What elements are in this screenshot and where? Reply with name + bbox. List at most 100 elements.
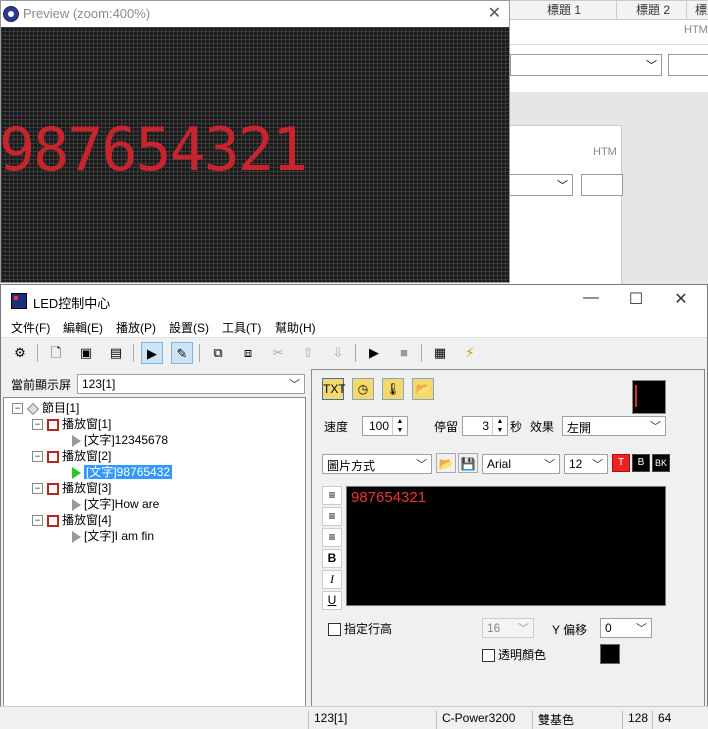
text-color-button[interactable]: T	[612, 454, 630, 472]
send-icon[interactable]: ⚡	[459, 342, 481, 364]
preview-close-button[interactable]: ✕	[488, 1, 501, 27]
edit-toggle-icon[interactable]: ✎	[171, 342, 193, 364]
y-offset-value: 0	[605, 621, 612, 635]
text-mode-icon[interactable]: TXT	[322, 378, 346, 400]
screen-select[interactable]: 123[1] ﹀	[77, 374, 305, 394]
window-icon	[47, 514, 59, 527]
minimize-button[interactable]: —	[571, 289, 611, 307]
bg-select[interactable]: ﹀	[510, 54, 662, 76]
status-divider	[532, 711, 533, 729]
preview-titlebar[interactable]: Preview (zoom:400%) ✕	[1, 1, 509, 27]
align-left-icon[interactable]: ≡	[322, 486, 342, 505]
speed-label: 速度	[324, 420, 349, 434]
delete-icon[interactable]: ✂	[267, 342, 289, 364]
collapse-icon[interactable]: −	[12, 403, 23, 415]
menu-play[interactable]: 播放(P)	[116, 319, 156, 336]
bold-button[interactable]: B	[322, 549, 342, 568]
y-offset-select[interactable]: 0 ﹀	[600, 618, 652, 638]
tree-node-text-3[interactable]: [文字]How are	[70, 496, 159, 512]
tree-node-text-2[interactable]: [文字]98765432	[70, 464, 173, 480]
bg-input[interactable]	[668, 54, 708, 76]
status-color: 雙基色	[538, 713, 575, 727]
speed-spinner[interactable]: 100 ▲ ▼	[362, 416, 408, 436]
background-color-button[interactable]: BK	[652, 454, 670, 472]
spinner-arrows-icon[interactable]: ▲ ▼	[392, 417, 407, 435]
collapse-icon[interactable]: −	[32, 419, 43, 431]
bg-tab-1[interactable]: 標題 1	[508, 0, 620, 20]
font-select[interactable]: Arial ﹀	[482, 454, 560, 474]
status-divider	[308, 711, 309, 729]
stop-icon[interactable]: ■	[393, 342, 415, 364]
add-window-icon[interactable]: ⧉	[207, 342, 229, 364]
collapse-icon[interactable]: −	[32, 483, 43, 495]
collapse-icon[interactable]: −	[32, 515, 43, 527]
spinner-arrows-icon[interactable]: ▲ ▼	[492, 417, 507, 435]
tree-node-window-2[interactable]: − 播放窗[2]	[32, 448, 111, 464]
gear-icon[interactable]: ⚙	[9, 342, 31, 364]
preview-thumbnail	[632, 380, 666, 414]
tree-node-text-1[interactable]: [文字]12345678	[70, 432, 168, 448]
underline-button[interactable]: U	[322, 591, 342, 610]
toolbar-separator	[199, 344, 200, 362]
status-divider	[652, 711, 653, 729]
tree-node-text-4[interactable]: [文字]I am fin	[70, 528, 154, 544]
maximize-button[interactable]: ☐	[616, 289, 656, 309]
window-icon	[47, 418, 59, 431]
align-right-icon[interactable]: ≡	[322, 528, 342, 547]
bg-tab-2[interactable]: 標題 2	[616, 0, 690, 20]
transparent-color-checkbox[interactable]: 透明顏色	[482, 646, 546, 663]
add-item-icon[interactable]: ⧈	[237, 342, 259, 364]
tree-node-window-4[interactable]: − 播放窗[4]	[32, 512, 111, 528]
bold-color-button[interactable]: B	[632, 454, 650, 472]
effect-value: 左開	[567, 421, 592, 435]
line-height-checkbox[interactable]: 指定行高	[328, 620, 392, 637]
transparent-color-swatch[interactable]	[600, 644, 620, 664]
toolbar-separator	[37, 344, 38, 362]
align-center-icon[interactable]: ≡	[322, 507, 342, 526]
window-titlebar[interactable]: LED控制中心 — ☐ ✕	[1, 285, 707, 315]
play-icon[interactable]: ▶	[363, 342, 385, 364]
text-item-icon	[72, 530, 81, 543]
effect-select[interactable]: 左開 ﹀	[562, 416, 666, 436]
tree-node-program[interactable]: − 節目[1]	[12, 400, 79, 416]
menu-tools[interactable]: 工具(T)	[222, 319, 261, 336]
bg-tab-3[interactable]: 標題	[686, 0, 708, 20]
tree-label: 播放窗[2]	[62, 449, 112, 463]
folder-icon[interactable]: 📂	[412, 378, 434, 400]
menu-help[interactable]: 幫助(H)	[275, 319, 316, 336]
save-icon[interactable]: ▤	[105, 342, 127, 364]
mode-select[interactable]: 圖片方式 ﹀	[322, 454, 432, 474]
preview-toggle-icon[interactable]: ▶	[141, 342, 163, 364]
display-icon[interactable]: ▦	[429, 342, 451, 364]
bg-inner-html-label: HTM	[593, 146, 617, 158]
text-editor[interactable]: 987654321	[346, 486, 666, 606]
size-select[interactable]: 12 ﹀	[564, 454, 608, 474]
bg-inner-input[interactable]	[581, 174, 623, 196]
tree-node-window-1[interactable]: − 播放窗[1]	[32, 416, 111, 432]
tree-label: 節目[1]	[42, 401, 80, 415]
thermometer-icon[interactable]: 🌡	[382, 378, 404, 400]
line-height-select[interactable]: 16 ﹀	[482, 618, 534, 638]
move-down-icon[interactable]: ⇩	[327, 342, 349, 364]
menu-settings[interactable]: 設置(S)	[169, 319, 209, 336]
italic-button[interactable]: I	[322, 570, 342, 589]
led-preview-grid: 987654321	[0, 27, 509, 282]
menu-edit[interactable]: 編輯(E)	[63, 319, 103, 336]
new-file-icon[interactable]: 🗋	[45, 342, 67, 364]
save-disk-icon[interactable]: 💾	[458, 453, 478, 473]
open-folder-icon[interactable]: 📂	[436, 453, 456, 473]
tree-label-selected: [文字]98765432	[84, 465, 173, 479]
move-up-icon[interactable]: ⇧	[297, 342, 319, 364]
line-height-value: 16	[487, 621, 501, 635]
toolbar-separator	[421, 344, 422, 362]
tree-node-window-3[interactable]: − 播放窗[3]	[32, 480, 111, 496]
close-button[interactable]: ✕	[661, 289, 701, 309]
bg-inner-select[interactable]: ﹀	[509, 174, 573, 196]
collapse-icon[interactable]: −	[32, 451, 43, 463]
led-preview-text: 987654321	[0, 115, 308, 185]
screen-select-value: 123[1]	[82, 377, 116, 391]
stay-spinner[interactable]: 3 ▲ ▼	[462, 416, 508, 436]
open-icon[interactable]: ▣	[75, 342, 97, 364]
clock-icon[interactable]: ◷	[352, 378, 374, 400]
menu-file[interactable]: 文件(F)	[11, 319, 50, 336]
